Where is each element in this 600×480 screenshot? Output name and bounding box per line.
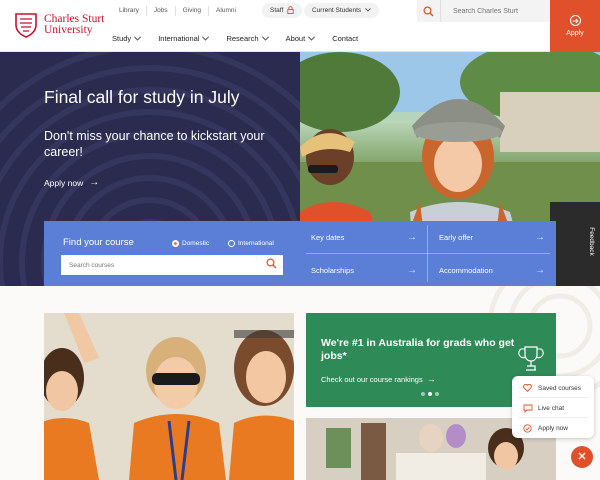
arrow-right-icon: → — [535, 264, 545, 276]
chevron-down-icon — [134, 33, 142, 41]
quick-link-accommodation[interactable]: Accommodation → — [428, 254, 555, 286]
saved-courses-label: Saved courses — [538, 384, 581, 392]
nav-item-study[interactable]: Study — [112, 33, 142, 43]
featured-section: We're #1 in Australia for grads who get … — [0, 286, 600, 480]
course-search-input[interactable] — [69, 261, 249, 269]
carousel-dot[interactable] — [435, 392, 439, 396]
hero-subtitle: Don't miss your chance to kickstart your… — [44, 129, 265, 159]
lock-icon — [287, 5, 294, 16]
students-group-photo — [44, 313, 294, 480]
quick-link-key-dates[interactable]: Key dates → — [300, 221, 427, 253]
chevron-down-icon — [308, 33, 316, 41]
course-search-box — [61, 255, 283, 275]
nav-item-research[interactable]: Research — [226, 33, 269, 43]
site-header: Charles Sturt University Library Jobs Gi… — [0, 0, 600, 52]
check-circle-icon — [522, 423, 533, 434]
close-icon — [578, 452, 586, 463]
live-chat-action[interactable]: Live chat — [512, 398, 594, 418]
search-icon[interactable] — [266, 256, 277, 274]
apply-now-label: Apply now — [538, 424, 568, 432]
apply-now-label: Apply now — [44, 177, 84, 188]
search-icon[interactable] — [417, 0, 441, 22]
quick-link-label: Early offer — [439, 232, 474, 242]
current-students-pill[interactable]: Current Students — [304, 3, 380, 18]
radio-selected-icon — [172, 240, 179, 247]
chevron-down-icon — [202, 33, 210, 41]
carousel-dots — [421, 392, 442, 396]
quick-actions-panel: Saved courses Live chat Apply now — [512, 376, 594, 438]
saved-courses-action[interactable]: Saved courses — [512, 378, 594, 398]
course-rankings-link[interactable]: Check out our course rankings → — [321, 374, 436, 384]
radio-international-label: International — [238, 240, 274, 247]
arrow-right-icon: → — [407, 231, 417, 243]
apply-now-link[interactable]: Apply now → — [44, 177, 99, 188]
utility-link-alumni[interactable]: Alumni — [209, 6, 243, 16]
nav-label: International — [158, 33, 200, 43]
arrow-right-icon: → — [426, 374, 436, 384]
carousel-dot-active[interactable] — [428, 392, 432, 396]
current-students-label: Current Students — [312, 7, 362, 14]
nav-label: Research — [226, 33, 259, 43]
find-course-title: Find your course — [63, 237, 134, 248]
staff-pill[interactable]: Staff — [262, 3, 303, 18]
quick-link-early-offer[interactable]: Early offer → — [428, 221, 555, 253]
hero-section: Final call for study in July Don't miss … — [0, 52, 600, 286]
site-search — [417, 0, 550, 22]
quick-link-label: Accommodation — [439, 265, 493, 275]
arrow-right-circle-icon — [569, 15, 581, 26]
nav-item-international[interactable]: International — [158, 33, 210, 43]
nav-label: About — [285, 33, 306, 43]
heart-icon — [522, 383, 533, 394]
chat-icon — [522, 403, 533, 414]
university-logo[interactable]: Charles Sturt University — [14, 12, 104, 38]
feedback-tab[interactable]: Feedback — [583, 218, 600, 264]
feedback-label: Feedback — [588, 226, 596, 256]
main-nav: Study International Research About Conta… — [112, 28, 376, 48]
utility-link-library[interactable]: Library — [112, 6, 147, 16]
radio-international[interactable]: International — [228, 240, 274, 247]
search-input[interactable] — [441, 7, 541, 15]
live-chat-label: Live chat — [538, 404, 565, 412]
radio-domestic[interactable]: Domestic — [172, 240, 209, 247]
apply-now-action[interactable]: Apply now — [512, 418, 594, 438]
quick-link-label: Scholarships — [311, 265, 354, 275]
close-panel-button[interactable] — [571, 446, 593, 468]
chevron-down-icon — [365, 7, 371, 14]
find-course-panel: Find your course Domestic International — [44, 221, 300, 286]
nav-label: Contact — [332, 33, 359, 43]
utility-link-jobs[interactable]: Jobs — [147, 6, 176, 16]
logo-line-2: University — [44, 24, 93, 36]
utility-nav: Library Jobs Giving Alumni — [112, 0, 243, 22]
radio-domestic-label: Domestic — [182, 240, 210, 247]
arrow-right-icon: → — [407, 264, 417, 276]
hero-title: Final call for study in July — [44, 87, 240, 107]
apply-label: Apply — [566, 30, 584, 37]
arrow-right-icon: → — [535, 231, 545, 243]
nav-item-about[interactable]: About — [285, 33, 316, 43]
course-rankings-label: Check out our course rankings — [321, 374, 423, 384]
crest-icon — [15, 13, 37, 38]
trophy-icon — [518, 346, 544, 371]
quick-link-label: Key dates — [311, 232, 345, 242]
radio-unselected-icon — [228, 240, 235, 247]
apply-button[interactable]: Apply — [550, 0, 600, 52]
promo-title: We're #1 in Australia for grads who get … — [321, 337, 515, 362]
carousel-dot[interactable] — [421, 392, 425, 396]
quick-link-scholarships[interactable]: Scholarships → — [300, 254, 427, 286]
students-group-illustration — [44, 313, 294, 480]
quick-links-grid: Key dates → Early offer → Scholarships →… — [300, 221, 556, 286]
nav-label: Study — [112, 33, 132, 43]
utility-link-giving[interactable]: Giving — [176, 6, 210, 16]
chevron-down-icon — [261, 33, 269, 41]
arrow-right-icon: → — [89, 177, 100, 188]
staff-label: Staff — [270, 7, 284, 14]
nav-item-contact[interactable]: Contact — [332, 34, 358, 43]
